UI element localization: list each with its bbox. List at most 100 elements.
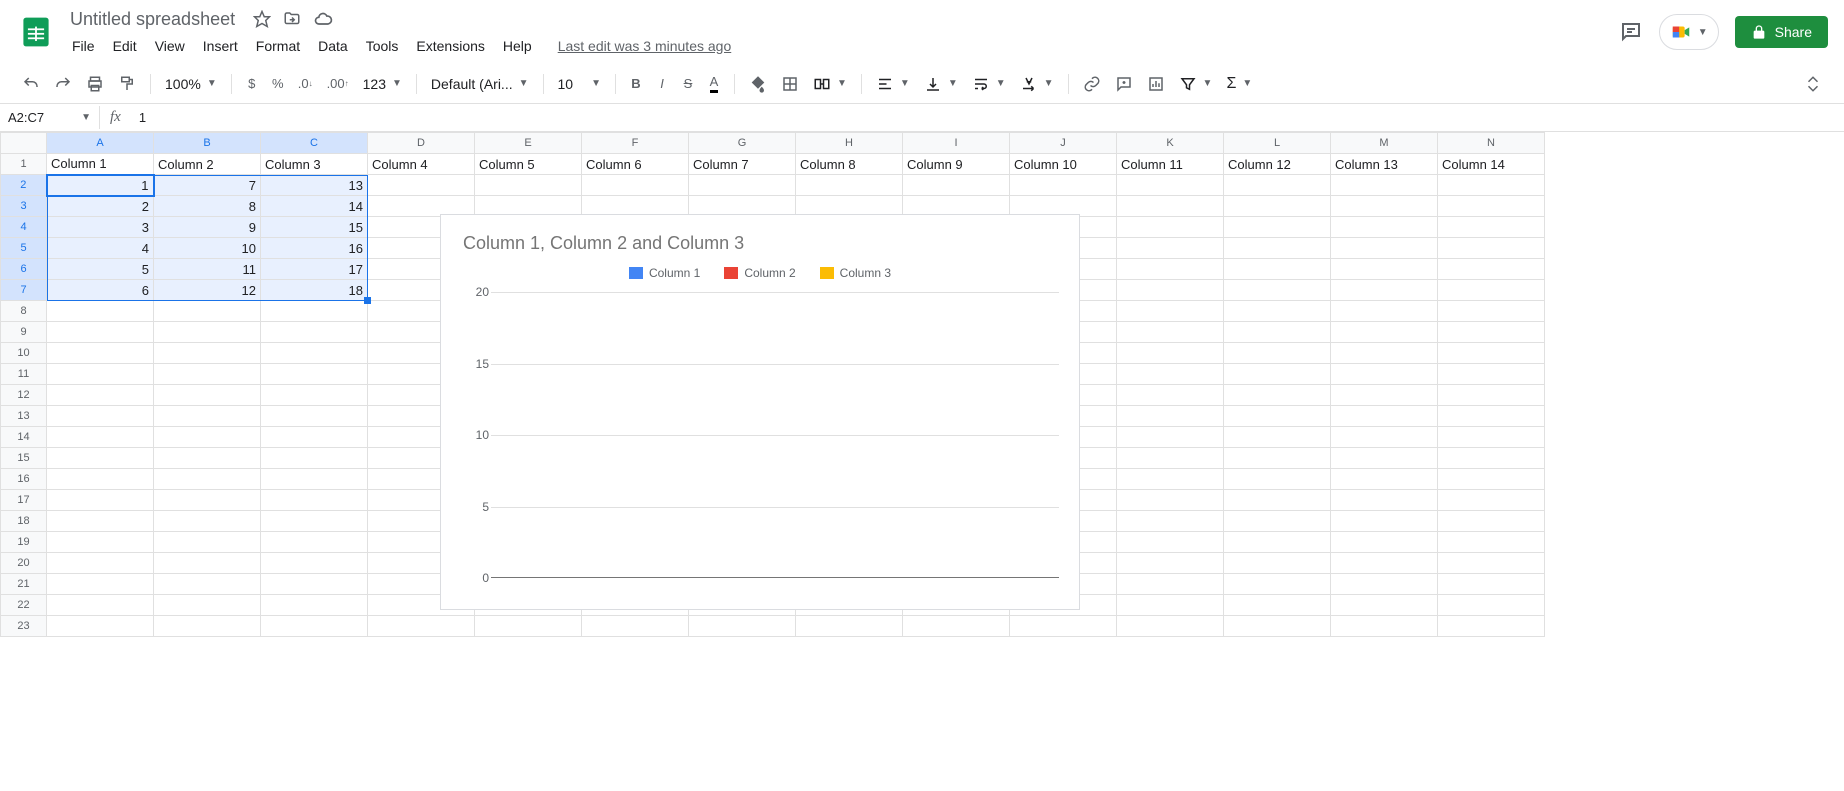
menu-extensions[interactable]: Extensions bbox=[408, 34, 492, 58]
currency-icon[interactable]: $ bbox=[240, 70, 264, 97]
cell-B15[interactable] bbox=[154, 448, 261, 469]
column-header-E[interactable]: E bbox=[475, 133, 582, 154]
meet-button[interactable]: ▼ bbox=[1659, 14, 1719, 50]
cell-M3[interactable] bbox=[1331, 196, 1438, 217]
cell-B14[interactable] bbox=[154, 427, 261, 448]
cell-K11[interactable] bbox=[1117, 364, 1224, 385]
row-header-7[interactable]: 7 bbox=[1, 280, 47, 301]
row-header-16[interactable]: 16 bbox=[1, 469, 47, 490]
italic-icon[interactable]: I bbox=[650, 70, 674, 97]
row-header-1[interactable]: 1 bbox=[1, 154, 47, 175]
cell-E23[interactable] bbox=[475, 616, 582, 637]
row-header-17[interactable]: 17 bbox=[1, 490, 47, 511]
cell-B16[interactable] bbox=[154, 469, 261, 490]
cell-K17[interactable] bbox=[1117, 490, 1224, 511]
row-header-21[interactable]: 21 bbox=[1, 574, 47, 595]
column-header-D[interactable]: D bbox=[368, 133, 475, 154]
fill-color-icon[interactable] bbox=[743, 69, 773, 99]
cell-E2[interactable] bbox=[475, 175, 582, 196]
cell-N17[interactable] bbox=[1438, 490, 1545, 511]
cell-K10[interactable] bbox=[1117, 343, 1224, 364]
cell-B8[interactable] bbox=[154, 301, 261, 322]
decrease-decimal-icon[interactable]: .0↓ bbox=[292, 70, 319, 97]
star-icon[interactable] bbox=[253, 10, 271, 28]
cell-L10[interactable] bbox=[1224, 343, 1331, 364]
cell-N3[interactable] bbox=[1438, 196, 1545, 217]
cell-E1[interactable]: Column 5 bbox=[475, 154, 582, 175]
cell-C11[interactable] bbox=[261, 364, 368, 385]
cell-N14[interactable] bbox=[1438, 427, 1545, 448]
cloud-status-icon[interactable] bbox=[313, 9, 333, 29]
cell-M16[interactable] bbox=[1331, 469, 1438, 490]
row-header-14[interactable]: 14 bbox=[1, 427, 47, 448]
cell-L18[interactable] bbox=[1224, 511, 1331, 532]
cell-K18[interactable] bbox=[1117, 511, 1224, 532]
row-header-13[interactable]: 13 bbox=[1, 406, 47, 427]
borders-icon[interactable] bbox=[775, 69, 805, 99]
cell-N19[interactable] bbox=[1438, 532, 1545, 553]
cell-H23[interactable] bbox=[796, 616, 903, 637]
cell-L9[interactable] bbox=[1224, 322, 1331, 343]
cell-A13[interactable] bbox=[47, 406, 154, 427]
cell-N15[interactable] bbox=[1438, 448, 1545, 469]
cell-M18[interactable] bbox=[1331, 511, 1438, 532]
column-header-I[interactable]: I bbox=[903, 133, 1010, 154]
print-icon[interactable] bbox=[80, 69, 110, 99]
vertical-align-dropdown[interactable]: ▼ bbox=[918, 71, 964, 97]
cell-K6[interactable] bbox=[1117, 259, 1224, 280]
undo-icon[interactable] bbox=[16, 69, 46, 99]
menu-format[interactable]: Format bbox=[248, 34, 308, 58]
cell-C10[interactable] bbox=[261, 343, 368, 364]
cell-K1[interactable]: Column 11 bbox=[1117, 154, 1224, 175]
row-header-20[interactable]: 20 bbox=[1, 553, 47, 574]
cell-M8[interactable] bbox=[1331, 301, 1438, 322]
sheets-logo[interactable] bbox=[16, 12, 56, 52]
cell-F2[interactable] bbox=[582, 175, 689, 196]
cell-C12[interactable] bbox=[261, 385, 368, 406]
insert-link-icon[interactable] bbox=[1077, 69, 1107, 99]
cell-L13[interactable] bbox=[1224, 406, 1331, 427]
column-header-C[interactable]: C bbox=[261, 133, 368, 154]
cell-L22[interactable] bbox=[1224, 595, 1331, 616]
cell-K16[interactable] bbox=[1117, 469, 1224, 490]
cell-A7[interactable]: 6 bbox=[47, 280, 154, 301]
cell-B2[interactable]: 7 bbox=[154, 175, 261, 196]
cell-B22[interactable] bbox=[154, 595, 261, 616]
cell-B10[interactable] bbox=[154, 343, 261, 364]
functions-dropdown[interactable]: Σ▼ bbox=[1220, 71, 1258, 97]
cell-C4[interactable]: 15 bbox=[261, 217, 368, 238]
cell-M6[interactable] bbox=[1331, 259, 1438, 280]
row-header-5[interactable]: 5 bbox=[1, 238, 47, 259]
cell-L2[interactable] bbox=[1224, 175, 1331, 196]
text-wrap-dropdown[interactable]: ▼ bbox=[966, 71, 1012, 97]
row-header-4[interactable]: 4 bbox=[1, 217, 47, 238]
cell-K5[interactable] bbox=[1117, 238, 1224, 259]
cell-L12[interactable] bbox=[1224, 385, 1331, 406]
row-header-6[interactable]: 6 bbox=[1, 259, 47, 280]
row-header-2[interactable]: 2 bbox=[1, 175, 47, 196]
cell-B5[interactable]: 10 bbox=[154, 238, 261, 259]
cell-B20[interactable] bbox=[154, 553, 261, 574]
cell-L19[interactable] bbox=[1224, 532, 1331, 553]
cell-M9[interactable] bbox=[1331, 322, 1438, 343]
cell-M23[interactable] bbox=[1331, 616, 1438, 637]
cell-C17[interactable] bbox=[261, 490, 368, 511]
cell-B12[interactable] bbox=[154, 385, 261, 406]
cell-K22[interactable] bbox=[1117, 595, 1224, 616]
column-header-L[interactable]: L bbox=[1224, 133, 1331, 154]
merge-cells-dropdown[interactable]: ▼ bbox=[807, 71, 853, 97]
text-color-icon[interactable]: A bbox=[702, 68, 726, 99]
cell-K7[interactable] bbox=[1117, 280, 1224, 301]
cell-A15[interactable] bbox=[47, 448, 154, 469]
cell-B13[interactable] bbox=[154, 406, 261, 427]
move-icon[interactable] bbox=[283, 10, 301, 28]
cell-M10[interactable] bbox=[1331, 343, 1438, 364]
cell-N5[interactable] bbox=[1438, 238, 1545, 259]
cell-B6[interactable]: 11 bbox=[154, 259, 261, 280]
menu-tools[interactable]: Tools bbox=[358, 34, 407, 58]
cell-I2[interactable] bbox=[903, 175, 1010, 196]
row-header-8[interactable]: 8 bbox=[1, 301, 47, 322]
cell-M7[interactable] bbox=[1331, 280, 1438, 301]
cell-M5[interactable] bbox=[1331, 238, 1438, 259]
cell-C22[interactable] bbox=[261, 595, 368, 616]
